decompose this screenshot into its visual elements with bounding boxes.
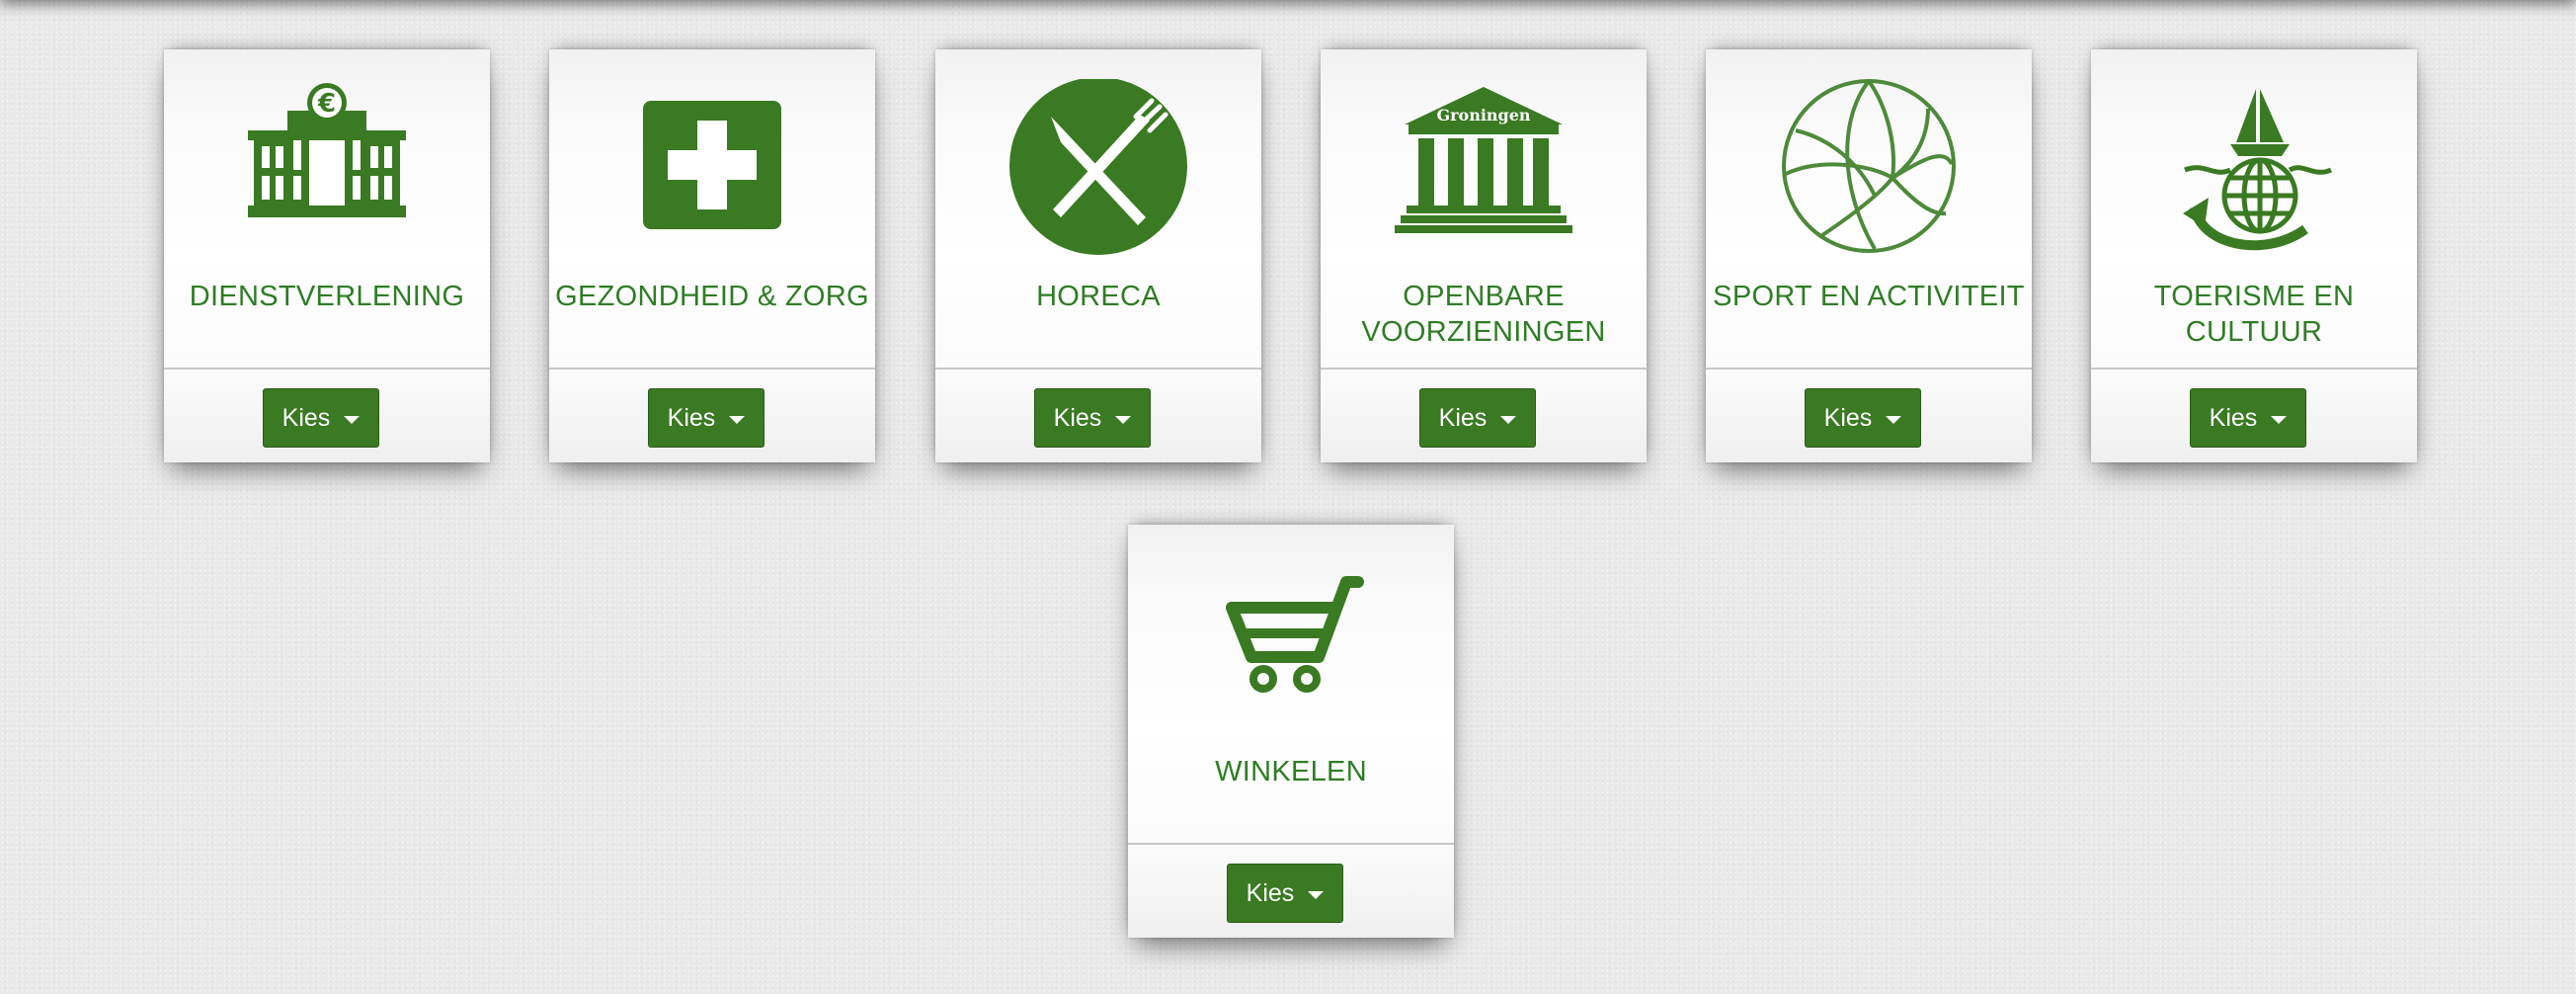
kies-dropdown-button[interactable]: Kies bbox=[648, 388, 765, 448]
building-euro-icon: € bbox=[238, 79, 416, 262]
caret-down-icon bbox=[1115, 415, 1132, 424]
divider bbox=[164, 368, 490, 370]
divider bbox=[1321, 368, 1647, 370]
kies-dropdown-button[interactable]: Kies bbox=[263, 388, 379, 448]
medical-cross-icon bbox=[623, 79, 801, 262]
button-label: Kies bbox=[1438, 403, 1488, 432]
category-title: GEZONDHEID & ZORG bbox=[555, 281, 869, 312]
category-title: WINKELEN bbox=[1215, 756, 1367, 787]
kies-dropdown-button[interactable]: Kies bbox=[1419, 388, 1536, 448]
divider bbox=[935, 368, 1261, 370]
caret-down-icon bbox=[729, 415, 746, 424]
kies-dropdown-button[interactable]: Kies bbox=[1805, 388, 1921, 448]
category-card-winkelen: WINKELEN Kies bbox=[1128, 525, 1454, 938]
button-label: Kies bbox=[282, 403, 331, 432]
globe-boat-icon bbox=[2165, 79, 2343, 262]
kies-dropdown-button[interactable]: Kies bbox=[1227, 864, 1343, 923]
volleyball-icon bbox=[1780, 79, 1958, 262]
category-card-toerisme-en-cultuur: TOERISME EN CULTUUR Kies bbox=[2091, 49, 2417, 462]
category-title: OPENBARE VOORZIENINGEN bbox=[1361, 281, 1606, 348]
category-card-sport-en-activiteit: SPORT EN ACTIVITEIT Kies bbox=[1706, 49, 2032, 462]
button-label: Kies bbox=[1823, 403, 1873, 432]
divider bbox=[1128, 843, 1454, 845]
button-label: Kies bbox=[1246, 878, 1295, 907]
caret-down-icon bbox=[1308, 890, 1325, 899]
caret-down-icon bbox=[2271, 415, 2288, 424]
knife-fork-icon bbox=[1009, 79, 1187, 262]
divider bbox=[1706, 368, 2032, 370]
category-title: DIENSTVERLENING bbox=[189, 281, 465, 312]
public-building-icon: Groningen bbox=[1395, 79, 1572, 262]
divider bbox=[549, 368, 875, 370]
caret-down-icon bbox=[344, 415, 361, 424]
category-card-dienstverlening: € DIENSTVERLENING Kies bbox=[164, 49, 490, 462]
caret-down-icon bbox=[1886, 415, 1902, 424]
category-card-gezondheid-zorg: GEZONDHEID & ZORG Kies bbox=[549, 49, 875, 462]
svg-text:€: € bbox=[317, 89, 336, 119]
category-title: SPORT EN ACTIVITEIT bbox=[1713, 281, 2025, 312]
category-title: HORECA bbox=[1036, 281, 1161, 312]
shopping-cart-icon bbox=[1202, 554, 1380, 737]
caret-down-icon bbox=[1500, 415, 1517, 424]
button-label: Kies bbox=[1053, 403, 1102, 432]
category-card-openbare-voorzieningen: Groningen OPENBARE VOORZIENINGEN Kies bbox=[1321, 49, 1647, 462]
button-label: Kies bbox=[2209, 403, 2258, 432]
kies-dropdown-button[interactable]: Kies bbox=[2190, 388, 2306, 448]
category-card-horeca: HORECA Kies bbox=[935, 49, 1261, 462]
divider bbox=[2091, 368, 2417, 370]
category-title: TOERISME EN CULTUUR bbox=[2153, 281, 2355, 348]
button-label: Kies bbox=[667, 403, 716, 432]
icon-text: Groningen bbox=[1436, 106, 1530, 124]
kies-dropdown-button[interactable]: Kies bbox=[1034, 388, 1151, 448]
